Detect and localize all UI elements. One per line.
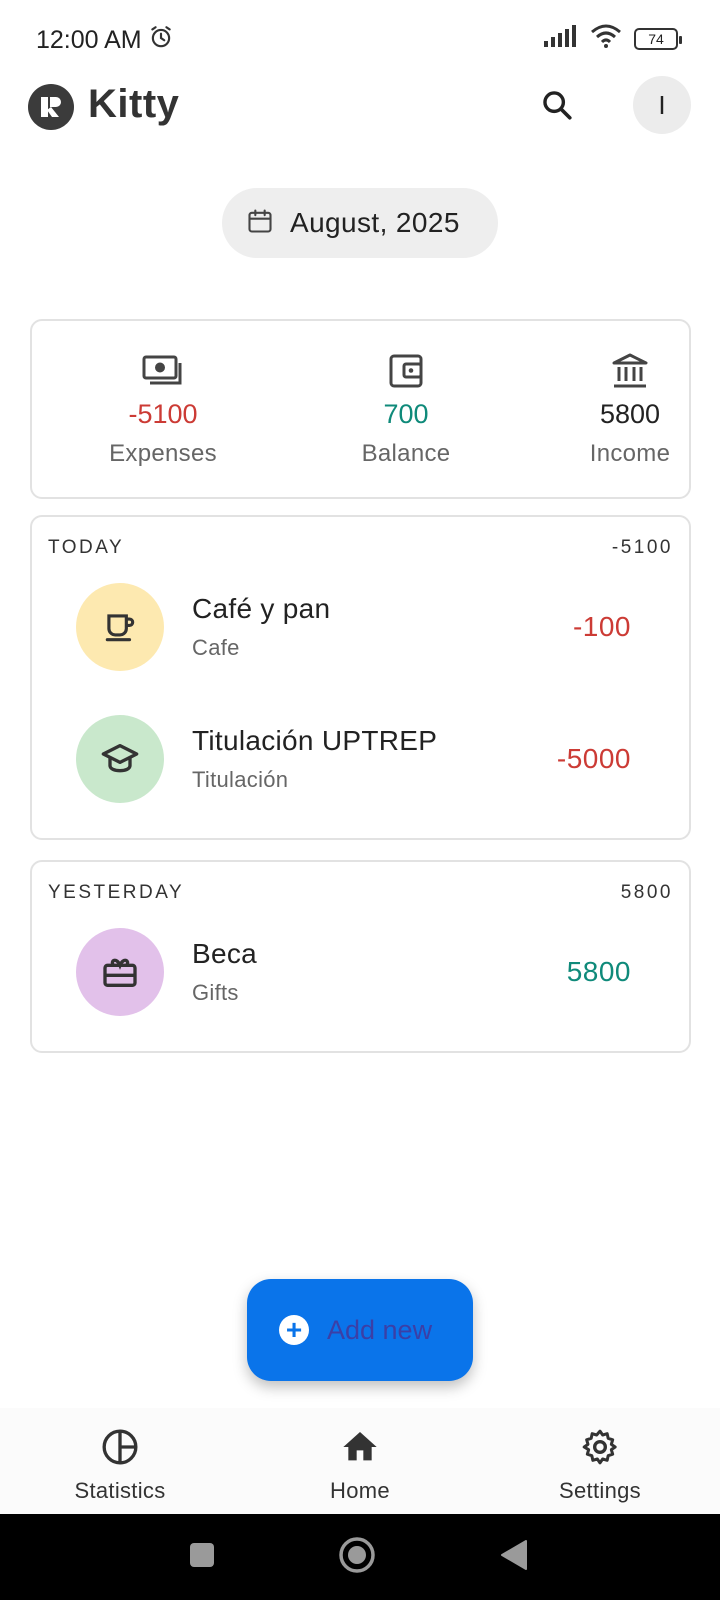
nav-settings[interactable]: Settings xyxy=(520,1426,680,1504)
avatar-initial: I xyxy=(658,89,666,120)
day-group-yesterday: YESTERDAY 5800 Beca Gifts 5800 xyxy=(30,860,691,1053)
expenses-value: -5100 xyxy=(128,399,198,429)
balance-value: 700 xyxy=(383,399,429,429)
nav-settings-label: Settings xyxy=(559,1478,641,1503)
transaction-name: Titulación UPTREP xyxy=(192,725,438,756)
kitty-logo-icon xyxy=(28,84,74,130)
search-button[interactable] xyxy=(532,82,582,132)
transaction-category: Cafe xyxy=(192,635,240,660)
gear-icon xyxy=(520,1426,680,1468)
month-selector[interactable]: August, 2025 xyxy=(222,188,498,258)
plus-icon: + xyxy=(279,1315,309,1345)
month-label: August, 2025 xyxy=(290,207,460,238)
expenses-label: Expenses xyxy=(109,440,217,467)
transaction-item[interactable]: Beca Gifts 5800 xyxy=(76,928,631,1016)
transaction-category: Gifts xyxy=(192,980,239,1005)
income-summary: 5800 Income xyxy=(530,351,720,468)
summary-card: -5100 Expenses 700 Balance 5800 Income xyxy=(30,319,691,499)
gift-card-icon xyxy=(76,928,164,1016)
day-title: YESTERDAY xyxy=(48,882,185,903)
pie-chart-icon xyxy=(40,1426,200,1468)
add-new-label: Add new xyxy=(327,1314,433,1345)
app-bar: Kitty I xyxy=(0,76,720,156)
day-title: TODAY xyxy=(48,537,125,558)
nav-home[interactable]: Home xyxy=(280,1426,440,1504)
bottom-navigation: Statistics Home Settings xyxy=(0,1408,720,1514)
status-bar: 12:00 AM 74 xyxy=(0,0,720,76)
transaction-amount: 5800 xyxy=(566,956,631,987)
transaction-name: Beca xyxy=(192,938,258,969)
wallet-icon xyxy=(306,351,506,391)
status-time: 12:00 AM xyxy=(36,26,142,54)
avatar[interactable]: I xyxy=(633,76,691,134)
expenses-summary: -5100 Expenses xyxy=(63,351,263,468)
income-label: Income xyxy=(589,440,671,467)
day-total: 5800 xyxy=(620,882,673,903)
income-value: 5800 xyxy=(599,399,661,429)
home-icon xyxy=(280,1426,440,1468)
search-icon xyxy=(540,88,574,127)
transaction-name: Café y pan xyxy=(192,593,331,624)
alarm-icon xyxy=(148,24,174,57)
circle-icon xyxy=(338,1536,376,1579)
app-title: Kitty xyxy=(88,82,180,126)
calendar-icon xyxy=(246,207,274,240)
nav-statistics[interactable]: Statistics xyxy=(40,1426,200,1504)
recent-apps-button[interactable] xyxy=(172,1514,232,1600)
cash-icon xyxy=(63,351,263,391)
bank-icon xyxy=(530,351,720,391)
balance-summary: 700 Balance xyxy=(306,351,506,468)
transaction-amount: -100 xyxy=(572,611,631,642)
day-total: -5100 xyxy=(611,537,673,558)
transaction-amount: -5000 xyxy=(556,743,631,774)
home-system-button[interactable] xyxy=(327,1514,387,1600)
nav-home-label: Home xyxy=(330,1478,390,1503)
battery-level: 74 xyxy=(648,30,664,47)
transaction-item[interactable]: Titulación UPTREP Titulación -5000 xyxy=(76,715,631,803)
graduation-cap-icon xyxy=(76,715,164,803)
coffee-cup-icon xyxy=(76,583,164,671)
back-triangle-icon xyxy=(500,1539,528,1576)
back-button[interactable] xyxy=(484,1514,544,1600)
transaction-category: Titulación xyxy=(192,767,289,792)
day-group-today: TODAY -5100 Café y pan Cafe -100 Titulac… xyxy=(30,515,691,840)
nav-statistics-label: Statistics xyxy=(74,1478,166,1503)
transaction-item[interactable]: Café y pan Cafe -100 xyxy=(76,583,631,671)
system-navigation-bar xyxy=(0,1514,720,1600)
battery-icon: 74 xyxy=(634,27,682,50)
wifi-icon xyxy=(590,24,622,53)
add-new-button[interactable]: + Add new xyxy=(247,1279,473,1381)
square-icon xyxy=(189,1542,215,1573)
balance-label: Balance xyxy=(361,440,451,467)
signal-icon xyxy=(544,25,578,52)
